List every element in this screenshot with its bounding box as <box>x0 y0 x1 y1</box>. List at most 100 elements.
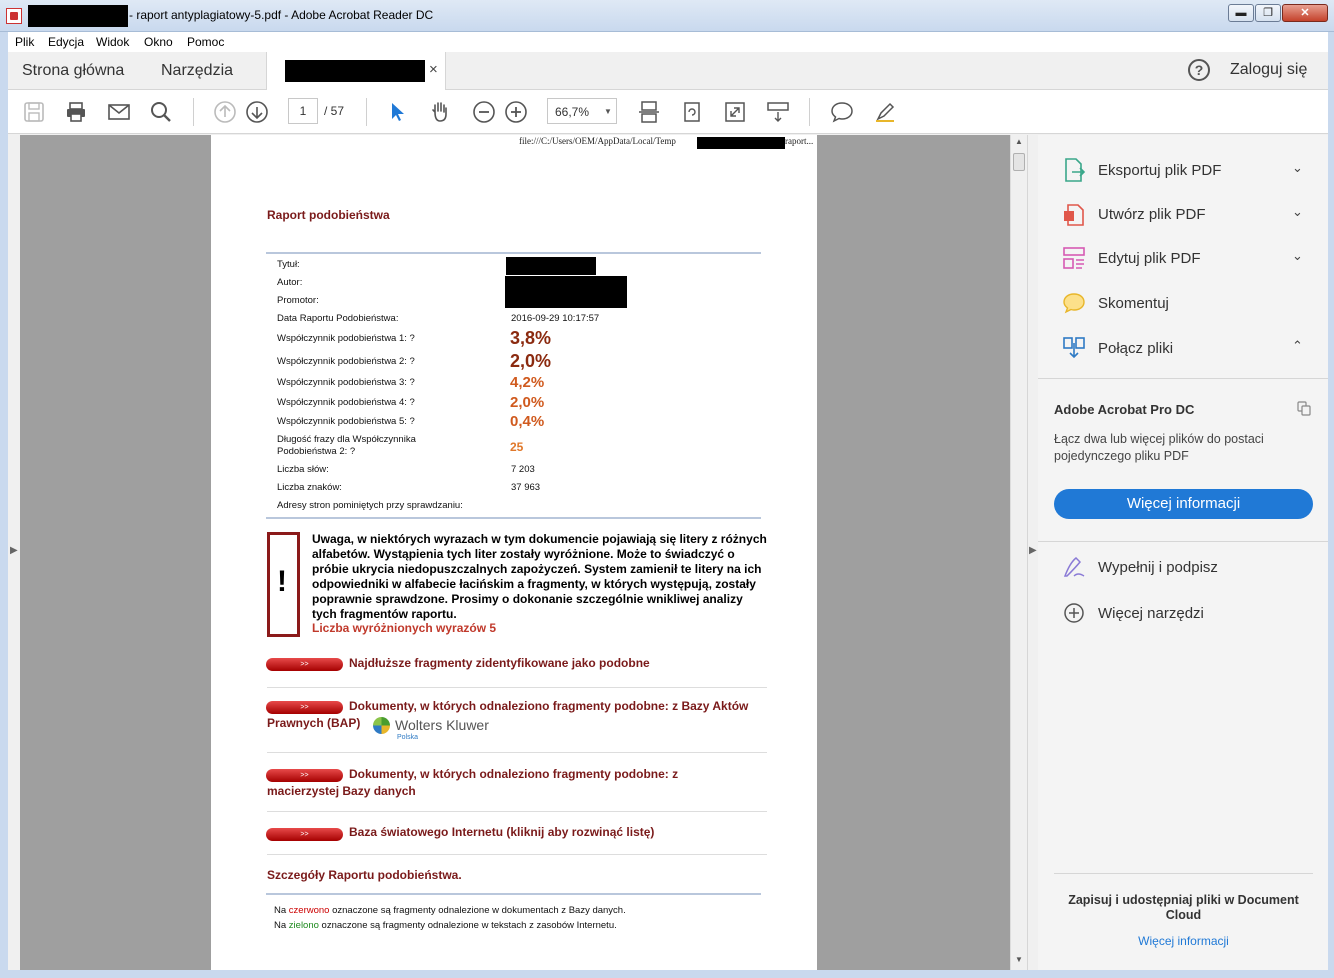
zoom-value: 66,7% <box>555 105 590 119</box>
left-panel-toggle[interactable]: ▶ <box>8 135 20 970</box>
login-button[interactable]: Zaloguj się <box>1230 61 1307 79</box>
expand-longest-button[interactable]: >> <box>266 658 343 671</box>
panel-divider <box>1038 541 1328 542</box>
tool-create-pdf[interactable]: Utwórz plik PDF ⌄ <box>1038 195 1328 235</box>
field-date-value: 2016-09-29 10:17:57 <box>511 313 600 324</box>
menu-okno[interactable]: Okno <box>144 35 173 49</box>
coefficient-4-value: 2,0% <box>510 394 545 411</box>
scroll-mode-icon[interactable] <box>766 100 790 124</box>
scroll-thumb[interactable] <box>1013 153 1025 171</box>
wolters-kluwer-logo: Wolters Kluwer Polska <box>371 715 491 743</box>
section-longest-fragments[interactable]: Najdłuższe fragmenty zidentyfikowane jak… <box>349 655 769 672</box>
comment-icon[interactable] <box>830 100 854 124</box>
tab-tools[interactable]: Narzędzia <box>161 62 233 80</box>
toolbar-separator <box>809 98 810 126</box>
tab-home[interactable]: Strona główna <box>22 62 124 80</box>
close-tab-icon[interactable]: × <box>429 61 438 78</box>
tool-export-pdf-label: Eksportuj plik PDF <box>1098 162 1222 179</box>
coefficient-5-value: 0,4% <box>510 413 545 430</box>
section-mother-database[interactable]: Dokumenty, w których odnaleziono fragmen… <box>267 766 747 800</box>
phrase-length-label: Długość frazy dla Współczynnika <box>277 434 416 445</box>
zoom-out-icon[interactable] <box>472 100 496 124</box>
chevron-down-icon: ⌄ <box>1292 204 1303 219</box>
tab-document[interactable]: × <box>266 52 446 90</box>
tool-edit-pdf[interactable]: Edytuj plik PDF ⌄ <box>1038 239 1328 279</box>
help-icon[interactable]: ? <box>1188 59 1210 81</box>
email-icon[interactable] <box>107 100 131 124</box>
rotate-page-icon[interactable] <box>680 100 704 124</box>
select-cursor-icon[interactable] <box>386 100 410 124</box>
minimize-button[interactable]: ▬ <box>1228 4 1254 22</box>
warning-box: ! <box>267 532 300 637</box>
right-panel-toggle[interactable]: ▶ <box>1027 135 1038 970</box>
field-supervisor-label: Promotor: <box>277 295 319 306</box>
promo-description: Łącz dwa lub więcej plików do postaci po… <box>1054 432 1264 463</box>
previous-page-icon[interactable] <box>213 100 237 124</box>
coefficient-2-label: Współczynnik podobieństwa 2: ? <box>277 356 415 367</box>
vertical-scrollbar[interactable]: ▲ ▼ <box>1010 135 1027 970</box>
menu-bar: Plik Edycja Widok Okno Pomoc <box>8 32 1328 52</box>
page-total: / 57 <box>324 104 345 118</box>
search-icon[interactable] <box>149 100 173 124</box>
next-page-icon[interactable] <box>245 100 269 124</box>
legend-red-pre: Na <box>274 905 289 916</box>
promo-title: Adobe Acrobat Pro DC <box>1054 402 1195 417</box>
tool-more-tools[interactable]: Więcej narzędzi <box>1038 594 1328 634</box>
document-cloud-text: Zapisuj i udostępniaj pliki w Document C… <box>1068 893 1299 922</box>
divider <box>266 893 761 895</box>
window-title: - raport antyplagiatowy-5.pdf - Adobe Ac… <box>129 8 434 22</box>
toolbar: 1 / 57 66,7% ▼ <box>8 90 1328 134</box>
tool-fill-sign[interactable]: Wypełnij i podpisz <box>1038 548 1328 588</box>
copy-info-icon[interactable] <box>1296 400 1312 416</box>
zoom-level-select[interactable]: 66,7% ▼ <box>547 98 617 124</box>
report-details-title: Szczegóły Raportu podobieństwa. <box>267 868 462 882</box>
field-title-label: Tytuł: <box>277 259 300 270</box>
menu-pomoc[interactable]: Pomoc <box>187 35 224 49</box>
create-pdf-icon <box>1064 204 1084 226</box>
edit-pdf-icon <box>1063 247 1085 269</box>
menu-plik[interactable]: Plik <box>15 35 34 49</box>
zoom-in-icon[interactable] <box>504 100 528 124</box>
document-cloud-more-info-link[interactable]: Więcej informacji <box>1054 934 1313 948</box>
scroll-up-icon[interactable]: ▲ <box>1015 137 1023 146</box>
divider <box>267 854 767 855</box>
tool-comment[interactable]: Skomentuj <box>1038 284 1328 324</box>
section-bap-documents[interactable]: Dokumenty, w których odnaleziono fragmen… <box>267 698 767 732</box>
highlight-pen-icon[interactable] <box>873 100 897 124</box>
maximize-button[interactable]: ❐ <box>1255 4 1281 22</box>
more-info-button[interactable]: Więcej informacji <box>1054 489 1313 519</box>
save-icon[interactable] <box>22 100 46 124</box>
tool-combine-files-label: Połącz pliki <box>1098 340 1174 357</box>
fit-width-icon[interactable] <box>637 100 661 124</box>
field-date-label: Data Raportu Podobieństwa: <box>277 313 399 324</box>
coefficient-3-value: 4,2% <box>510 374 545 391</box>
field-author-label: Autor: <box>277 277 303 288</box>
page-number-input[interactable]: 1 <box>288 98 318 124</box>
chevron-down-icon: ⌄ <box>1292 248 1303 263</box>
hand-tool-icon[interactable] <box>428 100 452 124</box>
menu-edycja[interactable]: Edycja <box>48 35 84 49</box>
menu-widok[interactable]: Widok <box>96 35 129 49</box>
chevron-down-icon: ⌄ <box>1292 160 1303 175</box>
scroll-down-icon[interactable]: ▼ <box>1015 955 1023 964</box>
tool-combine-files[interactable]: Połącz pliki ⌃ <box>1038 329 1328 369</box>
full-screen-icon[interactable] <box>723 100 747 124</box>
chevron-down-icon: ▼ <box>604 107 612 116</box>
acrobat-app-icon[interactable] <box>6 8 22 24</box>
divider <box>267 687 767 688</box>
expand-internet-button[interactable]: >> <box>266 828 343 841</box>
tool-edit-pdf-label: Edytuj plik PDF <box>1098 250 1201 267</box>
fill-sign-icon <box>1063 556 1085 577</box>
section-internet-database[interactable]: Baza światowego Internetu (kliknij aby r… <box>349 824 769 841</box>
close-window-button[interactable]: ✕ <box>1282 4 1328 22</box>
tool-export-pdf[interactable]: Eksportuj plik PDF ⌄ <box>1038 151 1328 191</box>
skipped-sites-label: Adresy stron pominiętych przy sprawdzani… <box>277 500 463 511</box>
redacted-title <box>506 257 596 275</box>
legend-green-post: oznaczone są fragmenty odnalezione w tek… <box>318 920 617 931</box>
print-icon[interactable] <box>64 100 88 124</box>
word-count-label: Liczba słów: <box>277 464 329 475</box>
tools-panel: Eksportuj plik PDF ⌄ Utwórz plik PDF ⌄ E… <box>1038 135 1328 970</box>
legend-red-post: oznaczone są fragmenty odnalezione w dok… <box>329 905 626 916</box>
warning-text: Uwaga, w niektórych wyrazach w tym dokum… <box>312 532 767 621</box>
tool-fill-sign-label: Wypełnij i podpisz <box>1098 559 1218 576</box>
